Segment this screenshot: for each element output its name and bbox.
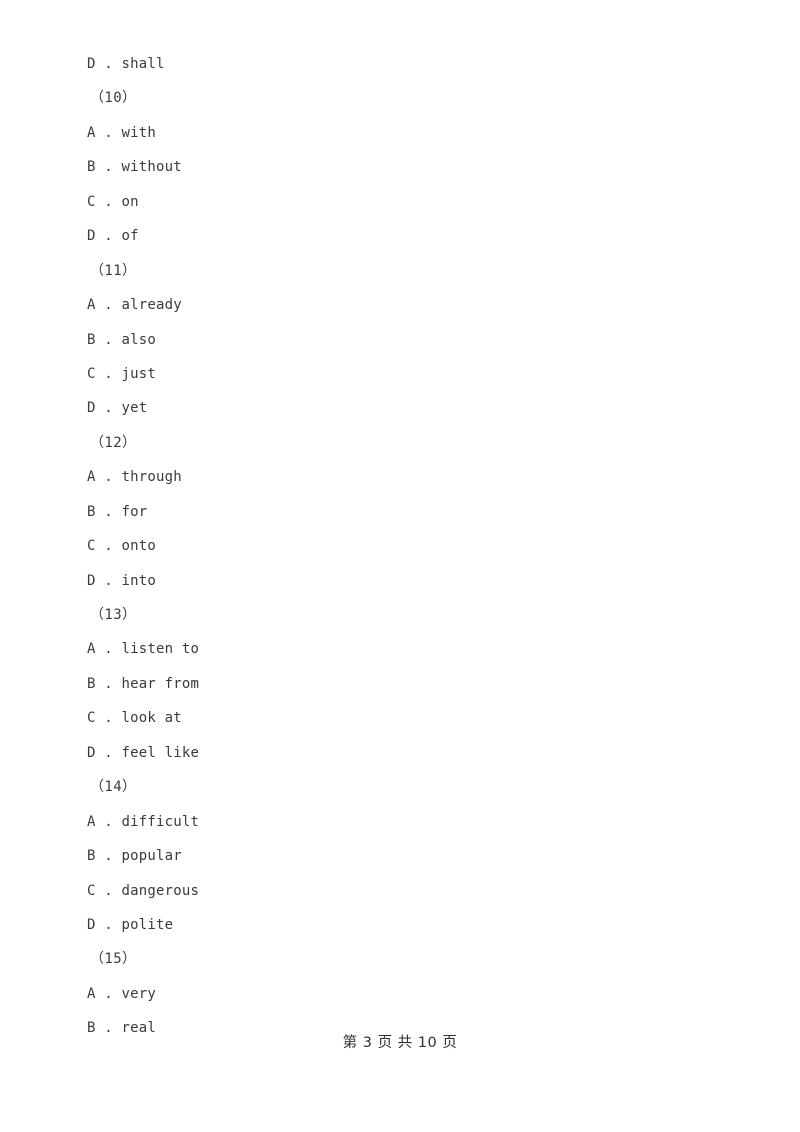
document-page: D . shall （10） A . with B . without C . on D … [0,0,800,1132]
blank-number-label: （15） [90,951,137,968]
answer-option: A . very [87,985,157,1002]
answer-option: D . into [87,572,157,589]
answer-option: C . onto [87,538,157,555]
answer-option: C . on [87,193,139,210]
answer-option: D . feel like [87,744,200,761]
answer-option: D . shall [87,56,165,72]
answer-option: A . difficult [87,813,200,830]
blank-number-label: （13） [90,607,137,623]
blank-number-label: （14） [90,779,137,796]
answer-option: D . yet [87,400,148,417]
question-options-list: D . shall （10） A . with B . without C . on D … [87,47,727,1046]
answer-option: A . with [87,124,157,141]
answer-option: A . listen to [87,641,200,658]
answer-option: D . of [87,228,139,245]
blank-number-label: （11） [90,262,137,279]
answer-option: B . hear from [87,675,200,692]
blank-number-label: （10） [90,90,137,107]
answer-option: D . polite [87,916,174,933]
answer-option: A . already [87,297,182,314]
page-footer: 第 3 页 共 10 页 [342,1035,458,1051]
answer-option: C . look at [87,710,182,727]
blank-number-label: （12） [90,434,137,451]
answer-option: B . for [87,503,148,520]
answer-option: C . dangerous [87,882,200,899]
answer-option: B . popular [87,848,182,865]
answer-option: B . without [87,159,182,176]
answer-option: C . just [87,365,157,382]
answer-option: B . also [87,331,157,348]
answer-option: A . through [87,469,182,486]
